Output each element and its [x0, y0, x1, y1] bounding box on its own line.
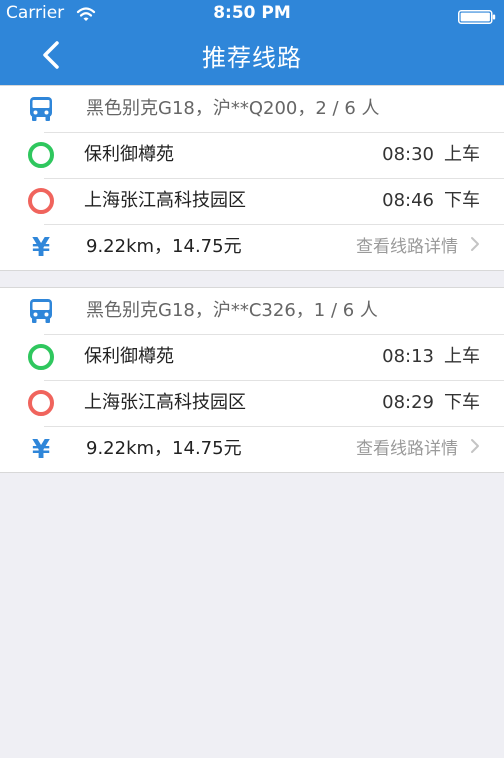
detail-label: 查看线路详情 [356, 439, 458, 459]
status-bar: Carrier 8:50 PM [0, 0, 504, 26]
dropoff-time: 08:29 [382, 392, 434, 413]
dropoff-time-group: 08:29 下车 [382, 380, 480, 426]
status-time: 8:50 PM [213, 3, 291, 23]
fare-row: ¥ 9.22km，14.75元 查看线路详情 [0, 426, 504, 472]
dropoff-place: 上海张江高科技园区 [84, 392, 246, 413]
fare-info: 9.22km，14.75元 [86, 438, 242, 459]
detail-label: 查看线路详情 [356, 237, 458, 257]
bus-icon [28, 96, 54, 122]
view-route-details-link[interactable]: 查看线路详情 [356, 426, 480, 472]
red-ring-icon [28, 188, 54, 214]
pickup-time-group: 08:30 上车 [382, 132, 480, 178]
route-card-1: 黑色别克G18，沪**Q200，2 / 6 人 保利御樽苑 08:30 上车 上海… [0, 85, 504, 271]
pickup-row: 保利御樽苑 08:30 上车 [0, 132, 504, 178]
app-header: Carrier 8:50 PM 推荐线路 [0, 0, 504, 85]
dropoff-row: 上海张江高科技园区 08:29 下车 [0, 380, 504, 426]
dropoff-place: 上海张江高科技园区 [84, 190, 246, 211]
pickup-place: 保利御樽苑 [84, 346, 174, 367]
vehicle-row: 黑色别克G18，沪**C326，1 / 6 人 [0, 288, 504, 334]
dropoff-time-group: 08:46 下车 [382, 178, 480, 224]
pickup-place: 保利御樽苑 [84, 144, 174, 165]
pickup-action: 上车 [444, 144, 480, 165]
pickup-action: 上车 [444, 346, 480, 367]
chevron-right-icon [470, 426, 480, 472]
battery-icon [458, 6, 496, 24]
pickup-time: 08:30 [382, 144, 434, 165]
view-route-details-link[interactable]: 查看线路详情 [356, 224, 480, 270]
fare-info: 9.22km，14.75元 [86, 236, 242, 257]
dropoff-action: 下车 [444, 392, 480, 413]
route-card-2: 黑色别克G18，沪**C326，1 / 6 人 保利御樽苑 08:13 上车 上海… [0, 287, 504, 473]
dropoff-action: 下车 [444, 190, 480, 211]
pickup-time-group: 08:13 上车 [382, 334, 480, 380]
bus-icon [28, 298, 54, 324]
yen-icon: ¥ [31, 233, 51, 263]
dropoff-row: 上海张江高科技园区 08:46 下车 [0, 178, 504, 224]
pickup-row: 保利御樽苑 08:13 上车 [0, 334, 504, 380]
fare-row: ¥ 9.22km，14.75元 查看线路详情 [0, 224, 504, 270]
pickup-time: 08:13 [382, 346, 434, 367]
green-ring-icon [28, 142, 54, 168]
vehicle-info: 黑色别克G18，沪**C326，1 / 6 人 [86, 300, 378, 321]
vehicle-info: 黑色别克G18，沪**Q200，2 / 6 人 [86, 98, 380, 119]
red-ring-icon [28, 390, 54, 416]
green-ring-icon [28, 344, 54, 370]
chevron-right-icon [470, 224, 480, 270]
dropoff-time: 08:46 [382, 190, 434, 211]
vehicle-row: 黑色别克G18，沪**Q200，2 / 6 人 [0, 86, 504, 132]
page-title: 推荐线路 [202, 44, 302, 72]
yen-icon: ¥ [31, 435, 51, 465]
nav-bar: 推荐线路 [0, 26, 504, 85]
